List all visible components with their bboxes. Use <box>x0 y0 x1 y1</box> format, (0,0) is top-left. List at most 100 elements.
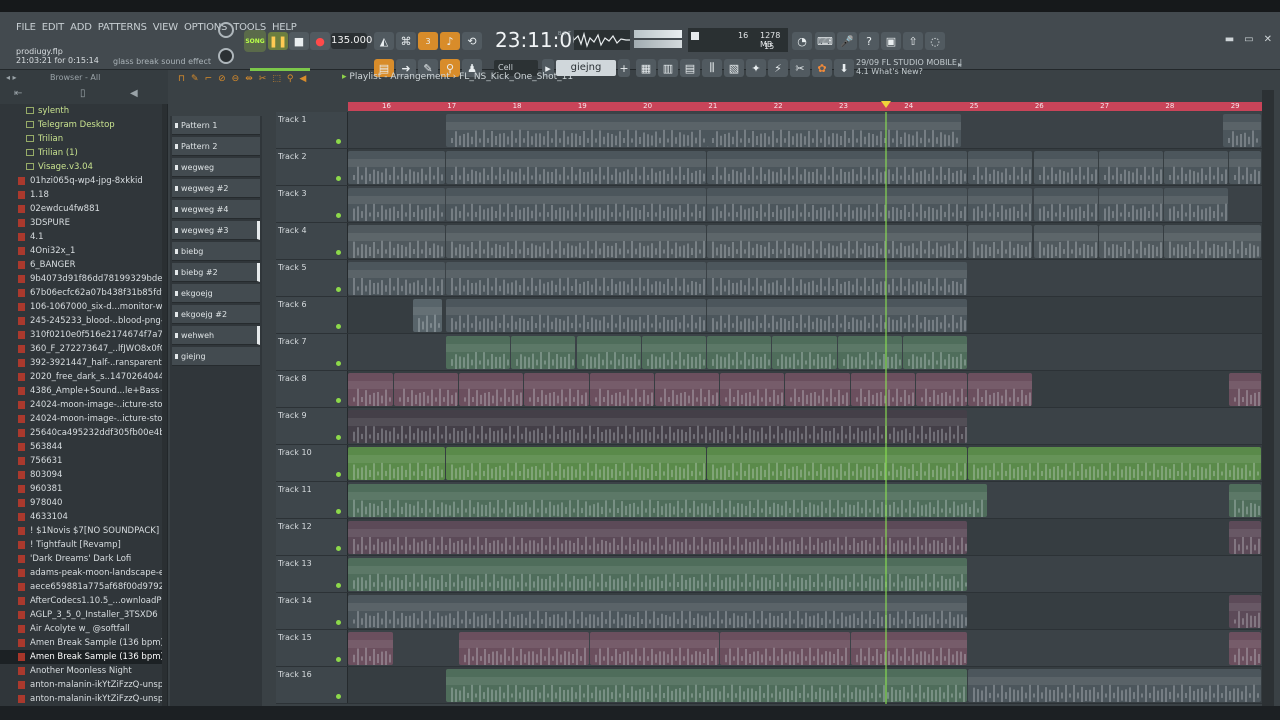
browser-item[interactable]: AfterCodecs1.10.5_...ownloadPirate.com <box>0 594 162 608</box>
playlist-scrollbar[interactable] <box>1262 90 1274 710</box>
pattern-song-switch[interactable] <box>218 22 234 38</box>
playlist-clip[interactable] <box>348 410 968 443</box>
browser-item[interactable]: 756631 <box>0 454 162 468</box>
playlist-clip[interactable]: wegweg #3 <box>1098 188 1164 221</box>
track-lane[interactable] <box>348 408 1262 446</box>
playlist-clip[interactable] <box>1229 151 1261 184</box>
track-lane[interactable] <box>348 556 1262 594</box>
track-header[interactable]: Track 1 <box>276 112 348 150</box>
playlist-clip[interactable]: Pattern 1 <box>707 262 968 295</box>
track-header[interactable]: Track 5 <box>276 260 348 298</box>
picker-pattern[interactable]: wegweg #3 <box>172 221 260 240</box>
playlist-clip[interactable]: wegweg #3 <box>348 188 445 221</box>
browser-item[interactable]: 310f0210e0f516e2174674f7a74448b <box>0 328 162 342</box>
playlist-clip[interactable]: VO..ut <box>413 299 442 332</box>
slip-icon[interactable]: ⇹ <box>245 74 253 84</box>
playlist-clip[interactable]: glass bre..d effect <box>458 373 524 406</box>
picker-pattern[interactable]: Pattern 2 <box>172 137 260 156</box>
playlist-clip[interactable]: glass bre..d effect <box>850 373 915 406</box>
browser-item[interactable]: Amen Break Sample (136 bpm) <box>0 650 162 664</box>
playlist-clip[interactable]: Track 3 (..lidated) <box>968 225 1033 258</box>
playlist-clip[interactable]: Track 3 (..lidated) <box>1098 225 1164 258</box>
browser-item[interactable]: 803094 <box>0 468 162 482</box>
track-enable-led[interactable] <box>336 472 341 477</box>
playlist-icon[interactable]: ▦ <box>636 59 656 77</box>
browser-item[interactable]: ! $1Novis $7[NO SOUNDPACK] <box>0 524 162 538</box>
browser-item[interactable]: adams-peak-moon-landscape-evening <box>0 566 162 580</box>
track-header[interactable]: Track 9 <box>276 408 348 446</box>
wait-input-icon[interactable]: ⌘ <box>396 32 416 50</box>
playlist-clip[interactable]: Crash..mbal <box>348 632 393 665</box>
playlist-clip[interactable]: gl..ect <box>1229 373 1261 406</box>
browser-back-icon[interactable]: ◀ <box>130 88 138 99</box>
download-icon[interactable]: ⬇ <box>834 59 854 77</box>
playlist-clip[interactable]: bie..2 <box>968 151 1033 184</box>
browser-item[interactable]: 1.18 <box>0 188 162 202</box>
playlist-clip[interactable]: glass bre..d effect <box>968 373 1033 406</box>
picker-pattern[interactable]: wegweg <box>172 158 260 177</box>
export-icon[interactable]: ⇧ <box>903 32 923 50</box>
playhead-marker[interactable] <box>881 101 891 108</box>
playlist-clip[interactable]: glass bre..d effect <box>589 373 654 406</box>
picker-pattern[interactable]: ekgoejg #2 <box>172 305 260 324</box>
browser-item[interactable]: 24024-moon-image-..icture-stock-photo <box>0 412 162 426</box>
playlist-clip[interactable]: Track 3 (..lidated) <box>1033 225 1098 258</box>
browser-item[interactable]: 392-3921447_half-..ransparent-drawing <box>0 356 162 370</box>
playlist-clip[interactable] <box>348 521 968 554</box>
picker-pattern[interactable]: ekgoejg <box>172 284 260 303</box>
chat-icon[interactable]: ◌ <box>925 32 945 50</box>
playlist-clip[interactable]: wegweg #3 <box>968 188 1033 221</box>
playlist-clip[interactable]: Amen Bre..pm) [1] <box>641 336 707 369</box>
track-lane[interactable]: Track 3 (consolidated) Track 3 (consolida… <box>348 223 1262 261</box>
browser-item[interactable]: 2020_free_dark_s..1470264044620168 <box>0 370 162 384</box>
browser-item[interactable]: aece659881a775af68f00d979238345e <box>0 580 162 594</box>
track-lane[interactable]: Pattern 1 Pattern 1 Pattern 1 <box>348 260 1262 298</box>
playlist-clip[interactable]: Amen Bre..pm) [1] <box>511 336 576 369</box>
master-pitch-slider[interactable] <box>250 68 310 71</box>
track-header[interactable]: Track 6 <box>276 297 348 335</box>
track-enable-led[interactable] <box>336 546 341 551</box>
track-header[interactable]: Track 7 <box>276 334 348 372</box>
close-icon[interactable]: ✕ <box>1264 34 1272 45</box>
playlist-clip[interactable]: Track 3 (consolidated) <box>707 225 968 258</box>
browser-item[interactable]: Another Moonless Night <box>0 664 162 678</box>
pattern-add-icon[interactable]: + <box>618 59 630 77</box>
playlist-clip[interactable]: Serum #3 - Fil Cutoff <box>707 447 968 480</box>
menu-item[interactable]: EDIT <box>42 22 64 33</box>
browser-item[interactable]: 6_BANGER <box>0 258 162 272</box>
minimize-icon[interactable]: ▬ <box>1225 34 1234 45</box>
track-lane[interactable]: ekgoejg ekgoejg <box>348 112 1262 150</box>
playlist-clip[interactable]: Crash Cymbal <box>458 632 589 665</box>
track-lane[interactable]: Serum #5 Serum #3 - Fil Cutoff Serum #3 - … <box>348 445 1262 483</box>
picker-pattern[interactable]: biebg <box>172 242 260 261</box>
browser-item[interactable]: 67b06ecfc62a07b438f31b85fdf843fe <box>0 286 162 300</box>
browser-item[interactable]: 360_F_272273647_..lfJWO8x0fCHLbd1 <box>0 342 162 356</box>
playlist-clip[interactable]: glas..fect <box>348 373 393 406</box>
playlist-clip[interactable]: bie..2 <box>1098 151 1164 184</box>
menu-item[interactable]: FILE <box>16 22 36 33</box>
track-enable-led[interactable] <box>336 250 341 255</box>
playlist-clip[interactable]: bie..2 <box>1033 151 1098 184</box>
track-lane[interactable] <box>348 519 1262 557</box>
picker-pattern[interactable]: wegweg #4 <box>172 200 260 219</box>
track-header[interactable]: Track 4 <box>276 223 348 261</box>
playlist-clip[interactable] <box>348 484 987 517</box>
news-next-icon[interactable]: ▸ <box>958 60 962 69</box>
plugin-icon[interactable]: ✦ <box>746 59 766 77</box>
track-lane[interactable]: Amen Bre..pm) [1] Amen Bre..pm) [1] Amen B… <box>348 334 1262 372</box>
browser-item[interactable]: 25640ca495232ddf305fb00e4bcae56c <box>0 426 162 440</box>
playlist-clip[interactable]: biebg #2 <box>348 151 445 184</box>
browser-item[interactable]: anton-malanin-ikYtZiFzzQ-unsplash <box>0 678 162 692</box>
playlist-clip[interactable]: Amen Bre..pm) [1] <box>837 336 902 369</box>
playlist-clip[interactable]: glass bre..d eff <box>915 373 968 406</box>
browser-item[interactable]: 01hzi065q-wp4-jpg-8xkkid <box>0 174 162 188</box>
browser-item[interactable]: 4Oni32x_1 <box>0 244 162 258</box>
browser-item[interactable]: 563844 <box>0 440 162 454</box>
track-header[interactable]: Track 11 <box>276 482 348 520</box>
track-lane[interactable]: wegweg #3 wegweg #2 wegweg #3 wegweg #3 wegw… <box>348 186 1262 224</box>
playlist-clip[interactable]: giejng <box>968 669 1261 702</box>
browser-item[interactable]: 960381 <box>0 482 162 496</box>
playlist-clip[interactable] <box>1229 484 1261 517</box>
playlist-clip[interactable] <box>445 669 968 702</box>
microphone-icon[interactable]: 🎤 <box>837 32 857 50</box>
